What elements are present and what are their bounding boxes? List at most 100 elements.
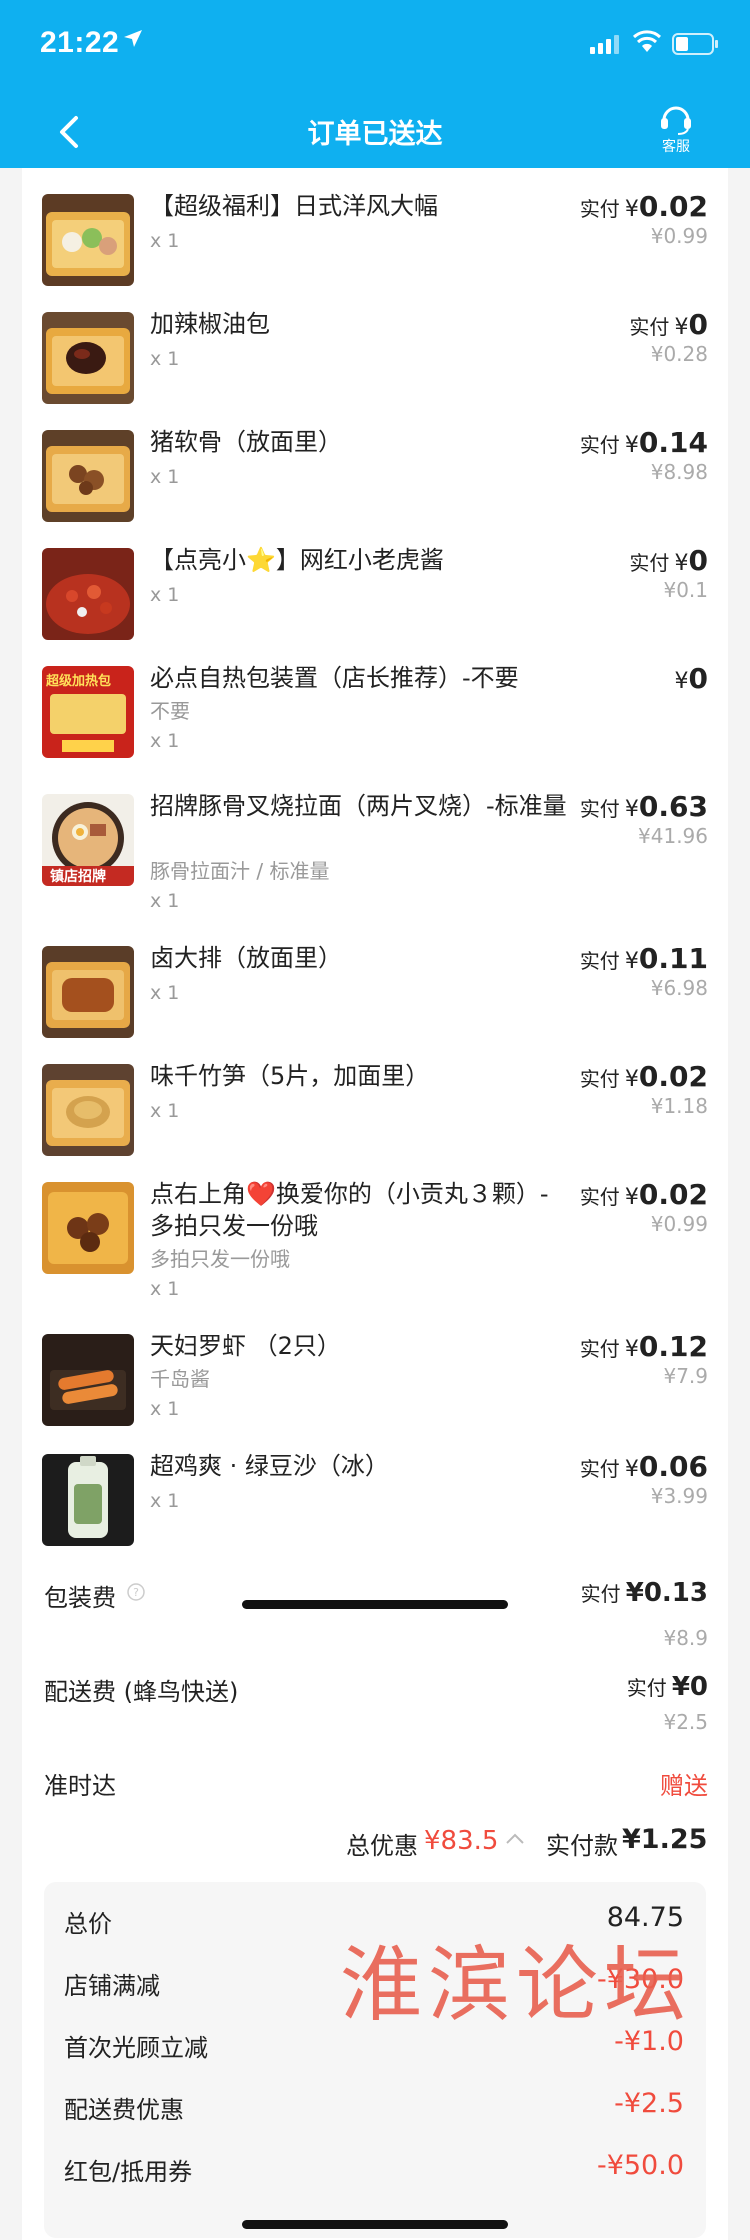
- item-qty: x 1: [150, 1100, 180, 1122]
- order-item[interactable]: 点右上角❤️换爱你的（小贡丸３颗）-多拍只发一份哦 多拍只发一份哦 x 1 实付…: [22, 1156, 728, 1306]
- status-time: 21:22: [40, 26, 120, 59]
- thumbnail-caption: 超级加热包: [46, 674, 112, 689]
- item-name: 卤大排（放面里）: [150, 944, 342, 972]
- item-original-price: ¥0.99: [650, 1212, 708, 1236]
- order-item[interactable]: 超级加热包 必点自热包装置（店长推荐）-不要 不要 x 1 ¥0: [22, 640, 728, 758]
- item-paid-price: ¥0: [674, 662, 708, 695]
- item-paid-price: 实付 ¥0.11: [579, 942, 708, 975]
- item-qty: x 1: [150, 982, 180, 1004]
- home-indicator: [242, 2220, 508, 2229]
- item-thumbnail: [42, 946, 134, 1038]
- total-discount-value: ¥83.5: [424, 1826, 499, 1856]
- ontime-label: 准时达: [44, 1772, 116, 1800]
- item-thumbnail: [42, 430, 134, 522]
- page-title: 订单已送达: [307, 119, 443, 150]
- item-qty: x 1: [150, 348, 180, 370]
- info-icon[interactable]: ?: [126, 1582, 146, 1607]
- item-original-price: ¥3.99: [650, 1484, 708, 1508]
- ontime-value: 赠送: [660, 1772, 708, 1800]
- location-arrow-icon: [122, 28, 144, 54]
- delivery-fee-label: 配送费 (蜂鸟快送): [44, 1678, 239, 1706]
- order-item[interactable]: 味千竹笋（5片，加面里） x 1 实付 ¥0.02 ¥1.18: [22, 1038, 728, 1156]
- item-thumbnail: [42, 194, 134, 286]
- item-qty: x 1: [150, 1398, 180, 1420]
- item-paid-price: 实付 ¥0.63: [579, 790, 708, 823]
- packaging-fee-original: ¥8.9: [663, 1626, 708, 1650]
- status-bar: 21:22: [0, 0, 750, 90]
- item-original-price: ¥0.28: [650, 342, 708, 366]
- item-spec: 千岛酱: [150, 1367, 210, 1391]
- bill-row-delivery-discount: 配送费优惠 -¥2.5: [64, 2088, 684, 2124]
- item-qty: x 1: [150, 230, 180, 252]
- home-indicator: [242, 1600, 508, 1609]
- item-thumbnail: 超级加热包: [42, 666, 134, 758]
- customer-service-headset-icon[interactable]: [656, 102, 696, 140]
- item-paid-price: 实付 ¥0.06: [579, 1450, 708, 1483]
- item-qty: x 1: [150, 890, 180, 912]
- item-original-price: ¥7.9: [663, 1364, 708, 1388]
- delivery-fee-row: 配送费 (蜂鸟快送) 实付 ¥0 ¥2.5: [22, 1672, 728, 1752]
- item-name: 必点自热包装置（店长推荐）-不要: [150, 664, 519, 692]
- packaging-fee-paid: 实付 ¥0.13: [580, 1578, 708, 1608]
- item-paid-price: 实付 ¥0.02: [579, 1178, 708, 1211]
- header-bar: 21:22 订单已送达 客服: [0, 0, 750, 168]
- item-name: 超鸡爽 · 绿豆沙（冰）: [150, 1452, 389, 1480]
- order-item[interactable]: 卤大排（放面里） x 1 实付 ¥0.11 ¥6.98: [22, 920, 728, 1038]
- item-name: 加辣椒油包: [150, 310, 270, 338]
- order-item[interactable]: 【超级福利】日式洋风大幅 x 1 实付 ¥0.02 ¥0.99: [22, 168, 728, 286]
- battery-icon: [672, 32, 720, 60]
- nav-bar: 订单已送达 客服: [0, 96, 750, 168]
- item-qty: x 1: [150, 584, 180, 606]
- order-item[interactable]: 加辣椒油包 x 1 实付 ¥0 ¥0.28: [22, 286, 728, 404]
- item-paid-price: 实付 ¥0.14: [579, 426, 708, 459]
- item-qty: x 1: [150, 1278, 180, 1300]
- item-paid-price: 实付 ¥0.12: [579, 1330, 708, 1363]
- order-item[interactable]: 镇店招牌 招牌豚骨叉烧拉面（两片叉烧）-标准量 豚骨拉面汁 / 标准量 x 1 …: [22, 768, 728, 918]
- item-original-price: ¥6.98: [650, 976, 708, 1000]
- cellular-signal-icon: [590, 34, 622, 58]
- item-name: 招牌豚骨叉烧拉面（两片叉烧）-标准量: [150, 792, 567, 820]
- order-item[interactable]: 天妇罗虾 （2只） 千岛酱 x 1 实付 ¥0.12 ¥7.9: [22, 1308, 728, 1428]
- ontime-row: 准时达 赠送: [22, 1766, 728, 1810]
- item-thumbnail: 镇店招牌: [42, 794, 134, 886]
- item-original-price: ¥0.1: [663, 578, 708, 602]
- packaging-fee-row: 包装费 ? 实付 ¥0.13 ¥8.9: [22, 1578, 728, 1664]
- item-paid-price: 实付 ¥0: [629, 308, 708, 341]
- item-thumbnail: [42, 1334, 134, 1426]
- delivery-fee-original: ¥2.5: [663, 1710, 708, 1734]
- item-paid-price: 实付 ¥0.02: [579, 1060, 708, 1093]
- item-name: 味千竹笋（5片，加面里）: [150, 1062, 430, 1090]
- wifi-icon: [632, 30, 662, 58]
- item-original-price: ¥1.18: [650, 1094, 708, 1118]
- summary-line: 总优惠 ¥83.5 实付款 ¥1.25: [22, 1824, 728, 1866]
- order-item[interactable]: 【点亮小⭐】网红小老虎酱 x 1 实付 ¥0 ¥0.1: [22, 522, 728, 640]
- item-qty: x 1: [150, 1490, 180, 1512]
- packaging-fee-label: 包装费: [44, 1584, 116, 1612]
- item-thumbnail: [42, 1182, 134, 1274]
- item-original-price: ¥0.99: [650, 224, 708, 248]
- chevron-up-icon[interactable]: [504, 1830, 526, 1850]
- item-thumbnail: [42, 1064, 134, 1156]
- item-paid-price: 实付 ¥0.02: [579, 190, 708, 223]
- actual-payment-label: 实付款: [546, 1832, 618, 1860]
- item-spec: 不要: [150, 699, 190, 723]
- customer-service-label[interactable]: 客服: [648, 136, 704, 156]
- item-thumbnail: [42, 1454, 134, 1546]
- item-spec: 多拍只发一份哦: [150, 1247, 290, 1271]
- item-thumbnail: [42, 312, 134, 404]
- svg-text:?: ?: [133, 1586, 139, 1599]
- item-name: 天妇罗虾 （2只）: [150, 1332, 341, 1360]
- item-original-price: ¥41.96: [638, 824, 708, 848]
- order-item[interactable]: 超鸡爽 · 绿豆沙（冰） x 1 实付 ¥0.06 ¥3.99: [22, 1428, 728, 1546]
- item-qty: x 1: [150, 466, 180, 488]
- thumbnail-caption: 镇店招牌: [50, 869, 106, 885]
- item-paid-price: 实付 ¥0: [629, 544, 708, 577]
- item-name: 点右上角❤️换爱你的（小贡丸３颗）-多拍只发一份哦: [150, 1180, 549, 1240]
- total-discount-label: 总优惠: [346, 1832, 418, 1860]
- bill-row-coupon: 红包/抵用券 -¥50.0: [64, 2150, 684, 2186]
- item-spec: 豚骨拉面汁 / 标准量: [150, 859, 330, 883]
- order-item[interactable]: 猪软骨（放面里） x 1 实付 ¥0.14 ¥8.98: [22, 404, 728, 522]
- item-name: 【超级福利】日式洋风大幅: [150, 192, 438, 220]
- actual-payment-value: ¥1.25: [622, 1824, 708, 1855]
- item-thumbnail: [42, 548, 134, 640]
